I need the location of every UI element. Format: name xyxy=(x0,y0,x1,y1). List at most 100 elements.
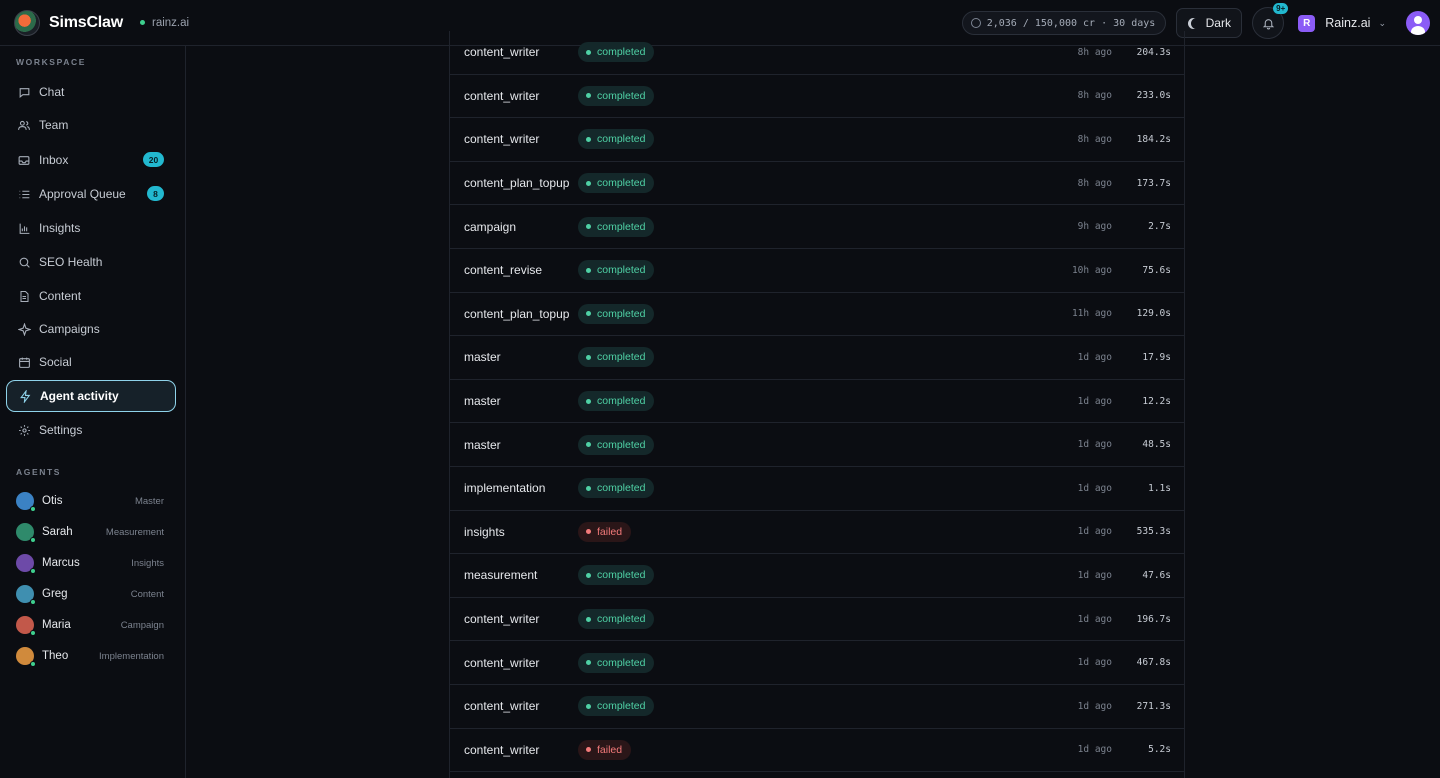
status-dot xyxy=(586,529,591,535)
agent-run-name: content_writer xyxy=(464,88,540,103)
moon-icon xyxy=(1191,18,1202,29)
status-dot xyxy=(586,311,591,317)
activity-row[interactable]: insights failed 1d ago 535.3s xyxy=(450,511,1184,555)
status-dot xyxy=(586,442,591,448)
activity-row[interactable]: content_writer failed 1d ago 5.2s xyxy=(450,729,1184,773)
org-switcher[interactable]: R Rainz.ai ⌄ xyxy=(1298,14,1386,32)
activity-list: content_writer completed 8h ago 204.3s conte… xyxy=(449,31,1185,778)
activity-row[interactable]: content_plan_topup completed 11h ago 129.0s xyxy=(450,293,1184,337)
sidebar-item-label: Team xyxy=(39,118,69,132)
avatar xyxy=(16,554,36,574)
agent-row-theo[interactable]: Theo Implementation xyxy=(16,645,164,667)
sidebar-item-agent-activity[interactable]: Agent activity xyxy=(6,380,176,412)
avatar xyxy=(16,523,36,543)
logo-icon xyxy=(14,9,40,36)
notifications-button[interactable]: 9+ xyxy=(1252,3,1289,39)
brand-name: SimsClaw xyxy=(49,13,123,31)
activity-row[interactable]: content_writer completed 1d ago 271.3s xyxy=(450,685,1184,729)
duration: 17.9s xyxy=(1142,351,1171,363)
agent-row-greg[interactable]: Greg Content xyxy=(16,583,164,605)
sidebar-item-seo-health[interactable]: SEO Health xyxy=(6,246,176,278)
status-dot xyxy=(586,354,591,360)
search-icon xyxy=(17,255,31,269)
status-label: completed xyxy=(597,351,646,364)
agent-row-otis[interactable]: Otis Master xyxy=(16,490,164,512)
status-badge: failed xyxy=(578,739,632,760)
agent-row-maria[interactable]: Maria Campaign xyxy=(16,614,164,636)
activity-row[interactable]: content_writer completed 8h ago 233.0s xyxy=(450,75,1184,119)
duration: 5.2s xyxy=(1148,744,1171,756)
sidebar-item-insights[interactable]: Insights xyxy=(6,212,176,244)
status-dot xyxy=(586,747,591,753)
agent-row-sarah[interactable]: Sarah Measurement xyxy=(16,521,164,543)
duration: 2.7s xyxy=(1148,221,1171,233)
document-icon xyxy=(17,289,31,303)
activity-row[interactable]: content_writer completed 8h ago 184.2s xyxy=(450,118,1184,162)
agent-name: Greg xyxy=(42,588,68,600)
user-avatar[interactable] xyxy=(1406,11,1430,35)
activity-row[interactable]: master completed 1d ago 17.9s xyxy=(450,336,1184,380)
agent-role: Campaign xyxy=(120,619,164,631)
sidebar-item-label: SEO Health xyxy=(39,255,103,269)
activity-row[interactable]: content_revise completed 10h ago 75.6s xyxy=(450,249,1184,293)
agent-row-marcus[interactable]: Marcus Insights xyxy=(16,552,164,574)
status-badge: completed xyxy=(578,260,655,281)
status-label: failed xyxy=(597,743,623,756)
activity-row[interactable]: content_writer completed 1d ago 467.8s xyxy=(450,641,1184,685)
status-dot xyxy=(586,136,591,142)
agent-name: Sarah xyxy=(42,526,73,538)
online-indicator xyxy=(30,599,36,605)
duration: 271.3s xyxy=(1136,700,1171,712)
sidebar-item-team[interactable]: Team xyxy=(6,109,176,141)
agent-run-name: content_writer xyxy=(464,45,540,60)
relative-time: 8h ago xyxy=(1077,133,1112,145)
bar-chart-icon xyxy=(17,221,31,235)
org-name: Rainz.ai xyxy=(1325,16,1371,30)
notifications-badge: 9+ xyxy=(1273,3,1289,14)
status-badge: completed xyxy=(578,652,655,673)
sidebar: WORKSPACE Chat Team Inbox 20 Approval Qu… xyxy=(0,46,186,778)
brand[interactable]: SimsClaw rainz.ai xyxy=(0,0,189,46)
status-label: completed xyxy=(597,177,646,190)
activity-row[interactable]: implementation completed 1d ago 1.1s xyxy=(450,467,1184,511)
agent-role: Insights xyxy=(131,557,164,569)
relative-time: 10h ago xyxy=(1071,264,1112,276)
activity-row[interactable]: master completed 1d ago 48.5s xyxy=(450,423,1184,467)
sidebar-item-label: Content xyxy=(39,289,82,303)
sidebar-item-content[interactable]: Content xyxy=(6,280,176,312)
sidebar-item-settings[interactable]: Settings xyxy=(6,414,176,446)
status-badge: completed xyxy=(578,173,655,194)
status-badge: failed xyxy=(578,521,632,542)
agent-run-name: content_plan_topup xyxy=(464,176,570,191)
agent-run-name: master xyxy=(464,350,501,365)
sidebar-item-label: Inbox xyxy=(39,153,69,167)
activity-row[interactable]: content_plan_topup completed 8h ago 173.7s xyxy=(450,162,1184,206)
agent-run-name: measurement xyxy=(464,568,538,583)
status-badge: completed xyxy=(578,216,655,237)
agent-name: Maria xyxy=(42,619,71,631)
relative-time: 1d ago xyxy=(1077,439,1112,451)
status-badge: completed xyxy=(578,129,655,150)
sidebar-item-campaigns[interactable]: Campaigns xyxy=(6,313,176,345)
sidebar-item-social[interactable]: Social xyxy=(6,346,176,378)
credits-text: 2,036 / 150,000 cr · 30 days xyxy=(986,17,1156,29)
sparkle-icon xyxy=(17,322,31,336)
sidebar-item-chat[interactable]: Chat xyxy=(6,76,176,108)
status-badge: completed xyxy=(578,696,655,717)
activity-row[interactable]: campaign completed 9h ago 2.7s xyxy=(450,205,1184,249)
activity-row[interactable]: master completed 1d ago 12.2s xyxy=(450,380,1184,424)
relative-time: 8h ago xyxy=(1077,90,1112,102)
activity-row[interactable]: content_writer completed 1d ago 196.7s xyxy=(450,598,1184,642)
sidebar-item-inbox[interactable]: Inbox 20 xyxy=(6,144,176,176)
theme-toggle-button[interactable]: Dark xyxy=(1176,8,1243,38)
relative-time: 1d ago xyxy=(1077,482,1112,494)
sidebar-item-label: Approval Queue xyxy=(39,187,126,201)
status-label: completed xyxy=(597,700,646,713)
status-dot xyxy=(586,660,591,666)
status-dot xyxy=(586,224,591,230)
activity-row[interactable]: measurement completed 1d ago 47.6s xyxy=(450,554,1184,598)
agent-name: Marcus xyxy=(42,557,80,569)
sidebar-item-approval-queue[interactable]: Approval Queue 8 xyxy=(6,178,176,210)
activity-row[interactable]: content_writer completed 8h ago 204.3s xyxy=(450,31,1184,75)
online-indicator xyxy=(30,506,36,512)
